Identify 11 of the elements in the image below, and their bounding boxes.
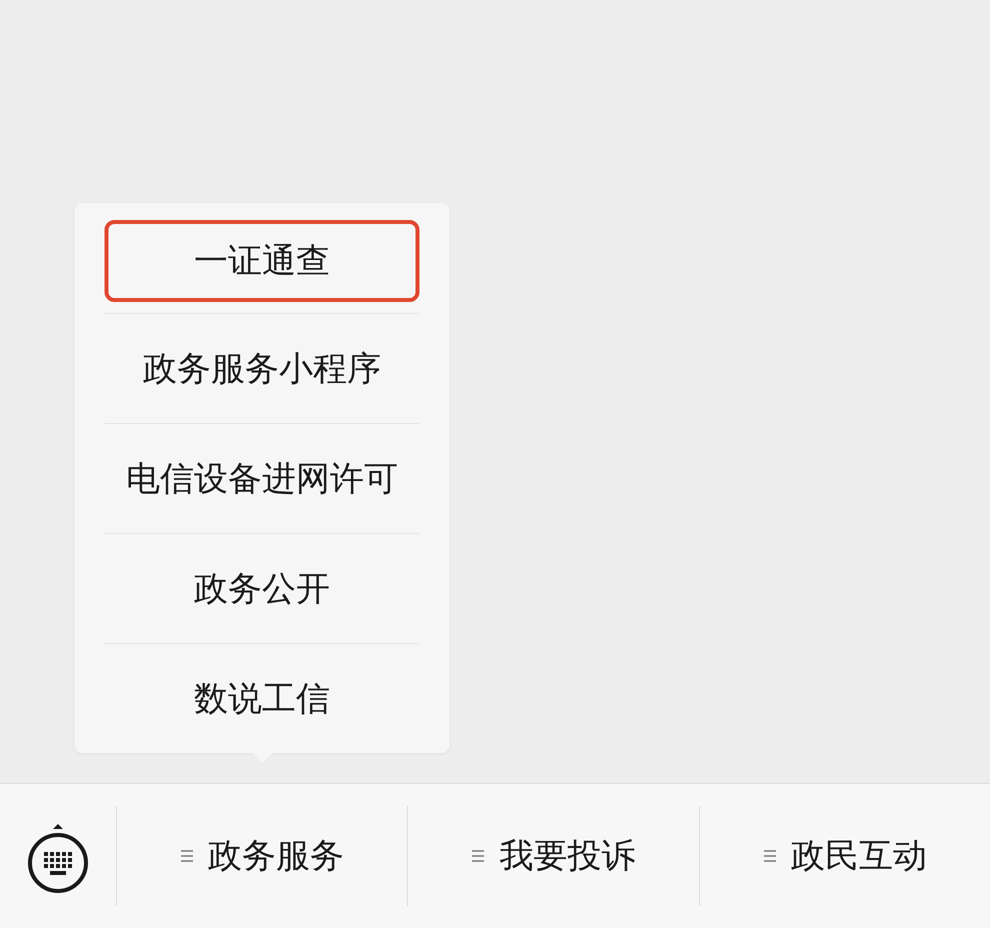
menu-item[interactable]: 政务服务小程序 [104, 313, 420, 423]
menu-tab[interactable]: 我要投诉 [467, 825, 640, 887]
menu-tab[interactable]: 政务服务 [176, 825, 348, 887]
menu-item[interactable]: 政务公开 [104, 533, 420, 643]
menu-icon [471, 849, 486, 863]
menu-tab[interactable]: 政民互动 [758, 825, 931, 887]
menu-item[interactable]: 数说工信 [104, 643, 420, 753]
menu-item[interactable]: 一证通查 [104, 220, 420, 302]
menu-icon [180, 849, 194, 863]
menu-icon [762, 849, 777, 863]
menu-item[interactable]: 电信设备进网许可 [104, 423, 420, 533]
